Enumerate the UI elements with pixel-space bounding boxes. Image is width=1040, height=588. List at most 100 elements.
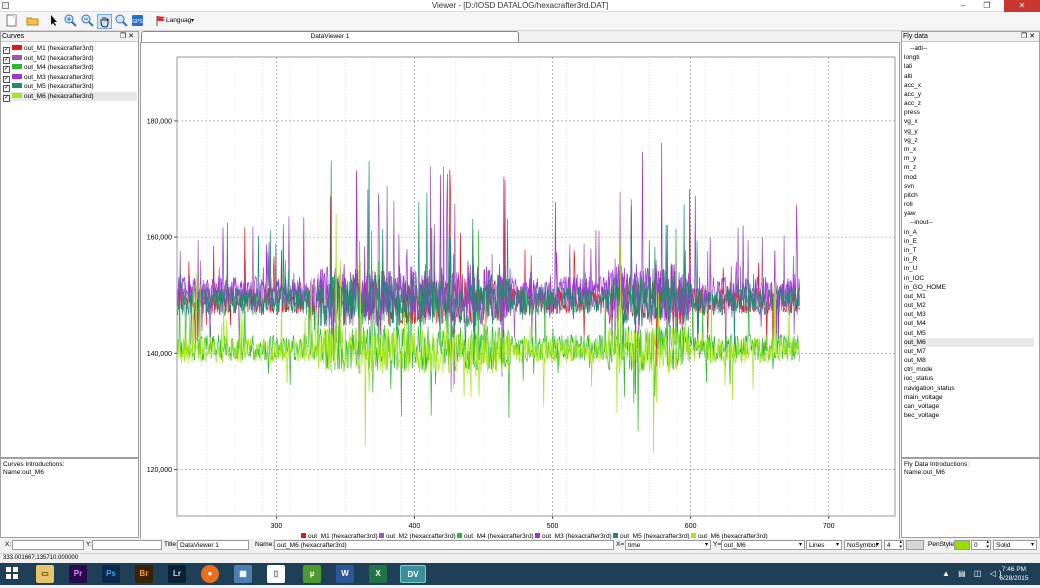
close-button[interactable]: ✕ <box>1004 0 1040 12</box>
fly-data-item[interactable]: m_x <box>904 145 1034 154</box>
file-explorer-icon[interactable]: ▭ <box>36 565 54 583</box>
fly-data-item[interactable]: can_voltage <box>904 402 1034 411</box>
firefox-icon[interactable]: ● <box>201 565 219 583</box>
fly-data-item[interactable]: longti <box>904 53 1034 62</box>
open-icon[interactable] <box>25 14 40 29</box>
fly-data-item[interactable]: roll <box>904 200 1034 209</box>
fly-data-item[interactable]: out_M7 <box>904 347 1034 356</box>
fly-data-item[interactable]: m_z <box>904 163 1034 172</box>
pen-width-stepper[interactable]: 0 ▴ ▾ <box>971 540 991 550</box>
pen-style-label: PenStyle: <box>928 541 956 548</box>
fly-data-item[interactable]: yaw <box>904 209 1034 218</box>
chart[interactable]: 300 400 500 600 700 120,000 140,000 160,000 180,… <box>141 43 899 540</box>
fly-data-item[interactable]: out_M6 <box>904 337 1034 347</box>
fly-data-item[interactable]: out_M5 <box>904 329 1034 338</box>
fly-data-item[interactable]: acc_z <box>904 99 1034 108</box>
fly-data-item[interactable]: main_voltage <box>904 393 1034 402</box>
tab-dataviewer[interactable]: DataViewer 1 <box>141 31 519 42</box>
new-icon[interactable] <box>4 14 19 29</box>
zoom-fit-icon[interactable] <box>114 14 129 29</box>
color-button[interactable] <box>906 540 924 550</box>
line-style-select[interactable]: Solid <box>993 540 1037 550</box>
curve-item[interactable]: ✓ out_M2 (hexacrafter3rd) <box>3 54 94 64</box>
fly-data-item[interactable]: vg_z <box>904 136 1034 145</box>
curve-item[interactable]: ✓ out_M3 (hexacrafter3rd) <box>3 73 94 83</box>
hand-icon[interactable] <box>97 14 112 29</box>
premiere-icon[interactable]: Pr <box>69 565 87 583</box>
fly-data-item[interactable]: press <box>904 108 1034 117</box>
curve-item[interactable]: ✓ out_M1 (hexacrafter3rd) <box>3 44 94 54</box>
word-icon[interactable]: W <box>336 565 354 583</box>
fly-data-item[interactable]: in_R <box>904 255 1034 264</box>
width-stepper[interactable]: 4 ▴ ▾ <box>884 540 904 550</box>
fly-data-item[interactable]: acc_x <box>904 81 1034 90</box>
fly-data-item[interactable]: out_M1 <box>904 292 1034 301</box>
network-app-icon[interactable]: ▦ <box>234 565 252 583</box>
fly-data-item[interactable]: svn <box>904 182 1034 191</box>
gps-icon[interactable]: GPS <box>130 14 145 29</box>
language-dropdown[interactable]: Languag <box>166 16 196 26</box>
panel-controls[interactable]: ❐✕ <box>120 32 136 42</box>
fly-data-item[interactable]: out_M3 <box>904 310 1034 319</box>
curve-label: out_M1 (hexacrafter3rd) <box>24 45 94 52</box>
lightroom-icon[interactable]: Lr <box>168 565 186 583</box>
pen-color-swatch[interactable] <box>954 540 970 550</box>
clock[interactable]: 7:46 PM 6/28/2015 <box>992 565 1036 583</box>
start-icon[interactable] <box>3 565 21 583</box>
dataviewer-task-icon[interactable]: DV <box>400 565 426 583</box>
fly-data-item[interactable]: ioc_status <box>904 374 1034 383</box>
x-tick-label: 300 <box>271 523 283 530</box>
zoom-out-icon[interactable] <box>80 14 95 29</box>
fly-data-item[interactable]: in_IOC <box>904 274 1034 283</box>
curve-item[interactable]: ✓ out_M5 (hexacrafter3rd) <box>3 82 94 92</box>
x-input[interactable] <box>12 540 84 550</box>
fly-data-item[interactable]: ctrl_mode <box>904 365 1034 374</box>
symbol-select[interactable]: NoSymbol <box>844 540 882 550</box>
curve-color-swatch <box>12 83 22 88</box>
chart-container: 300 400 500 600 700 120,000 140,000 160,000 180,… <box>140 42 900 541</box>
fly-data-item[interactable]: out_M2 <box>904 301 1034 310</box>
restore-button[interactable]: ❐ <box>976 0 998 12</box>
fly-data-item[interactable]: alti <box>904 72 1034 81</box>
curve-checkbox[interactable]: ✓ <box>3 94 10 102</box>
zoom-in-icon[interactable] <box>63 14 78 29</box>
title-input[interactable]: DataViewer 1 <box>177 540 249 550</box>
x-axis-select[interactable]: time <box>625 540 711 550</box>
fly-data-item[interactable]: lati <box>904 62 1034 71</box>
photoshop-icon[interactable]: Ps <box>102 565 120 583</box>
curve-style-select[interactable]: Lines <box>806 540 842 550</box>
y-axis-select[interactable]: out_M6 <box>721 540 805 550</box>
fly-data-item[interactable]: pitch <box>904 191 1034 200</box>
fly-data-item[interactable]: mod <box>904 173 1034 182</box>
fly-data-item[interactable]: in_T <box>904 246 1034 255</box>
curve-color-swatch <box>12 92 22 98</box>
name-input[interactable]: out_M6 (hexacrafter3rd) <box>274 540 614 550</box>
curve-item[interactable]: ✓ out_M4 (hexacrafter3rd) <box>3 63 94 73</box>
fly-data-item[interactable]: in_U <box>904 264 1034 273</box>
fly-data-item[interactable]: in_GO_HOME <box>904 283 1034 292</box>
fly-data-item[interactable]: in_E <box>904 237 1034 246</box>
utorrent-icon[interactable]: µ <box>303 565 321 583</box>
fly-data-item[interactable]: navigation_status <box>904 384 1034 393</box>
minimize-button[interactable]: – <box>952 0 974 12</box>
y-input[interactable] <box>92 540 162 550</box>
curves-panel-header: Curves ❐✕ <box>1 32 138 42</box>
fly-data-item[interactable]: in_A <box>904 228 1034 237</box>
fly-data-item[interactable]: vg_y <box>904 127 1034 136</box>
fly-data-item[interactable]: bec_voltage <box>904 411 1034 420</box>
x-tick-label: 500 <box>547 523 559 530</box>
x-tick-label: 700 <box>823 523 835 530</box>
panel-controls[interactable]: ❐✕ <box>1021 32 1037 42</box>
pointer-icon[interactable] <box>46 14 61 29</box>
fly-data-item[interactable]: --atti-- <box>910 44 1040 53</box>
excel-icon[interactable]: X <box>369 565 387 583</box>
fly-data-item[interactable]: --inout-- <box>910 218 1040 227</box>
bridge-icon[interactable]: Br <box>135 565 153 583</box>
fly-data-item[interactable]: out_M4 <box>904 319 1034 328</box>
document-icon[interactable]: ▯ <box>267 565 285 583</box>
fly-data-item[interactable]: out_M8 <box>904 356 1034 365</box>
fly-data-item[interactable]: vg_x <box>904 117 1034 126</box>
fly-data-item[interactable]: acc_y <box>904 90 1034 99</box>
curve-item[interactable]: ✓ out_M6 (hexacrafter3rd) <box>3 91 137 102</box>
fly-data-item[interactable]: m_y <box>904 154 1034 163</box>
